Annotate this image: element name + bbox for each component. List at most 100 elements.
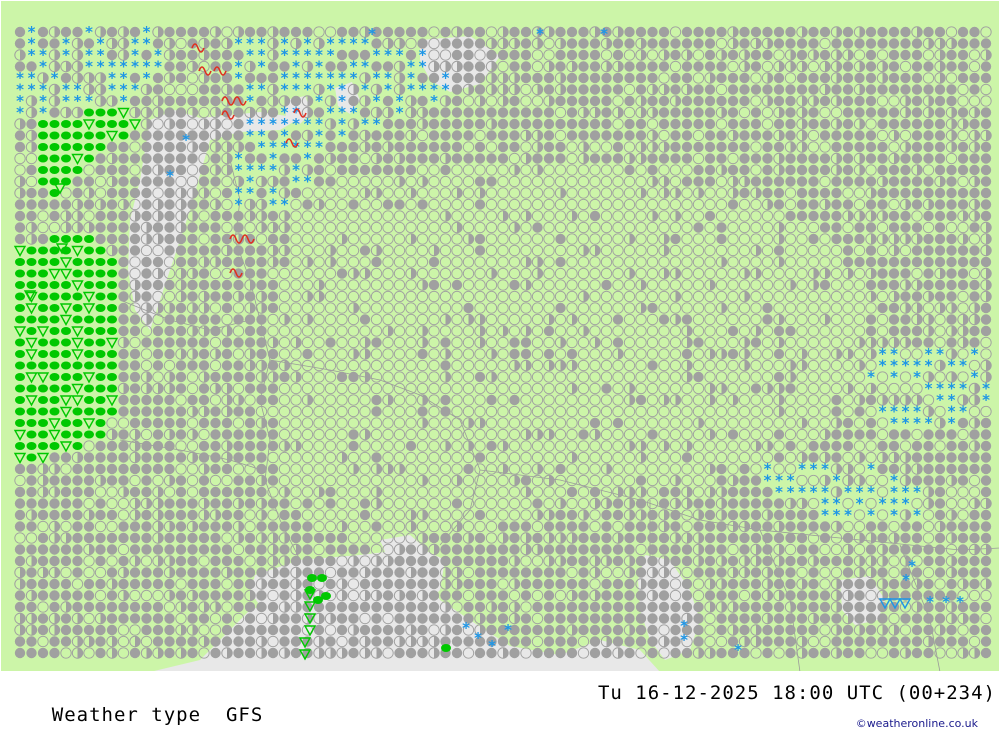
overcast-symbol [440,130,450,140]
overcast-symbol [199,314,209,324]
overcast-symbol [141,418,151,428]
overcast-symbol [601,383,611,393]
overcast-symbol [371,452,381,462]
overcast-symbol [636,521,646,531]
overcast-symbol [199,533,209,543]
overcast-symbol [567,130,577,140]
snow-symbol: * [269,115,277,133]
overcast-symbol [15,142,25,152]
rain-symbol [107,327,117,335]
overcast-symbol [210,211,220,221]
overcast-symbol [164,452,174,462]
overcast-symbol [935,556,945,566]
overcast-symbol [785,107,795,117]
overcast-symbol [923,211,933,221]
rain-symbol [84,316,94,324]
rain-symbol [107,385,117,393]
overcast-symbol [866,199,876,209]
overcast-symbol [475,199,485,209]
overcast-symbol [463,464,473,474]
overcast-symbol [613,73,623,83]
overcast-symbol [900,176,910,186]
overcast-symbol [785,383,795,393]
overcast-symbol [440,533,450,543]
rain-symbol [15,362,25,370]
rain-symbol [73,304,83,312]
overcast-symbol [981,533,991,543]
rain-symbol [50,339,60,347]
overcast-symbol [61,556,71,566]
overcast-symbol [762,84,772,94]
overcast-symbol [475,533,485,543]
overcast-symbol [360,245,370,255]
overcast-symbol [624,544,634,554]
overcast-symbol [141,544,151,554]
overcast-symbol [521,119,531,129]
overcast-symbol [245,142,255,152]
overcast-symbol [233,222,243,232]
overcast-symbol [659,38,669,48]
overcast-symbol [176,567,186,577]
overcast-symbol [509,567,519,577]
rain-symbol [38,270,48,278]
overcast-symbol [567,38,577,48]
overcast-symbol [912,544,922,554]
overcast-symbol [245,429,255,439]
overcast-symbol [256,245,266,255]
overcast-symbol [337,544,347,554]
overcast-symbol [49,38,59,48]
overcast-symbol [705,211,715,221]
overcast-symbol [279,567,289,577]
overcast-symbol [981,188,991,198]
overcast-symbol [946,96,956,106]
overcast-symbol [693,521,703,531]
overcast-symbol [854,107,864,117]
overcast-symbol [716,96,726,106]
overcast-symbol [590,50,600,60]
overcast-symbol [981,452,991,462]
overcast-symbol [245,533,255,543]
snow-symbol: * [131,58,139,76]
overcast-symbol [95,556,105,566]
overcast-symbol [981,418,991,428]
overcast-symbol [555,27,565,37]
overcast-symbol [268,498,278,508]
overcast-symbol [808,107,818,117]
overcast-symbol [440,406,450,416]
overcast-symbol [118,452,128,462]
overcast-symbol [889,165,899,175]
overcast-symbol [670,84,680,94]
snow-symbol: * [28,46,36,64]
overcast-symbol [394,27,404,37]
overcast-symbol [912,142,922,152]
overcast-symbol [199,360,209,370]
overcast-symbol [969,73,979,83]
overcast-symbol [578,544,588,554]
overcast-symbol [659,119,669,129]
overcast-symbol [222,544,232,554]
overcast-symbol [245,291,255,301]
overcast-symbol [935,291,945,301]
overcast-symbol [831,441,841,451]
overcast-symbol [728,579,738,589]
rain-symbol [61,327,71,335]
overcast-symbol [383,119,393,129]
overcast-symbol [739,487,749,497]
overcast-symbol [199,383,209,393]
overcast-symbol [141,96,151,106]
overcast-symbol [348,199,358,209]
overcast-symbol [95,498,105,508]
overcast-symbol [647,510,657,520]
overcast-symbol [716,61,726,71]
overcast-symbol [256,567,266,577]
overcast-symbol [751,337,761,347]
overcast-symbol [440,395,450,405]
overcast-symbol [452,142,462,152]
overcast-symbol [854,96,864,106]
overcast-symbol [912,337,922,347]
rain-symbol [38,304,48,312]
overcast-symbol [728,487,738,497]
overcast-symbol [831,130,841,140]
overcast-symbol [670,119,680,129]
overcast-symbol [900,533,910,543]
